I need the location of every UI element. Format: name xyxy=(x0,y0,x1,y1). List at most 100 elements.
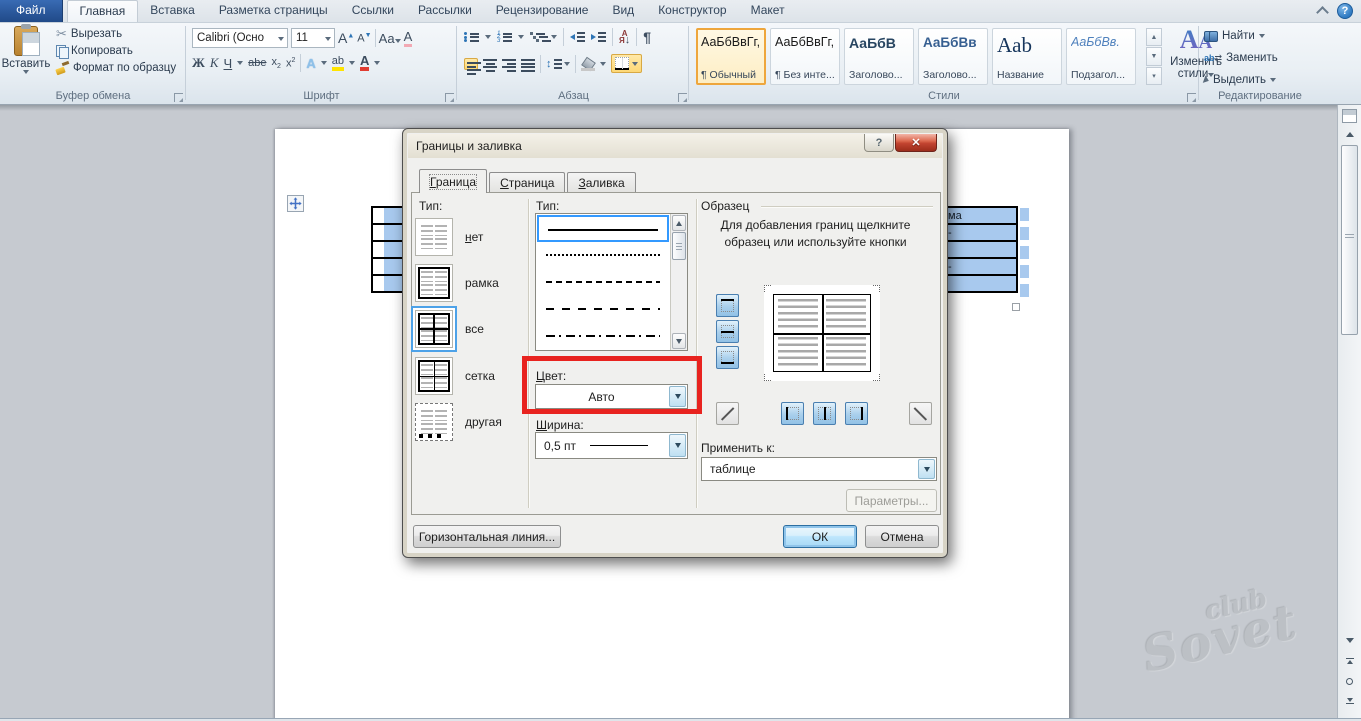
table-row[interactable]: - xyxy=(947,225,1016,242)
table-row[interactable] xyxy=(373,259,403,276)
preset-grid[interactable]: сетка xyxy=(415,357,495,395)
clipboard-dialog-launcher-icon[interactable] xyxy=(174,93,183,102)
next-page-icon[interactable] xyxy=(1341,693,1358,709)
line-style-solid[interactable] xyxy=(537,215,669,242)
dialog-close-icon[interactable]: ✕ xyxy=(895,134,937,152)
clear-formatting-icon[interactable]: А xyxy=(404,29,413,47)
chevron-down-icon[interactable] xyxy=(669,434,686,457)
scroll-down-icon[interactable] xyxy=(1341,633,1358,648)
previous-page-icon[interactable] xyxy=(1341,653,1358,669)
bullets-icon[interactable] xyxy=(464,31,479,43)
tab-table-layout[interactable]: Макет xyxy=(739,0,797,22)
styles-dialog-launcher-icon[interactable] xyxy=(1187,93,1196,102)
cancel-button[interactable]: Отмена xyxy=(865,525,939,548)
tab-file[interactable]: Файл xyxy=(0,0,63,22)
pilcrow-icon[interactable]: ¶ xyxy=(643,29,651,45)
line-style-dashed-small[interactable] xyxy=(537,269,669,296)
table-row[interactable] xyxy=(373,276,403,293)
ok-button[interactable]: ОК xyxy=(783,525,857,548)
right-border-button[interactable] xyxy=(845,402,868,425)
line-style-dash-dot[interactable] xyxy=(537,323,669,350)
scroll-up-icon[interactable] xyxy=(1341,127,1358,142)
table-row[interactable]: - xyxy=(947,259,1016,276)
apply-to-combo[interactable]: таблице xyxy=(701,457,937,481)
preset-box[interactable]: рамка xyxy=(415,264,499,302)
preset-none[interactable]: нет xyxy=(415,218,483,256)
inside-vertical-border-button[interactable] xyxy=(813,402,836,425)
diagonal-up-border-button[interactable] xyxy=(716,402,739,425)
line-style-scrollbar[interactable] xyxy=(670,214,687,350)
subscript-icon[interactable]: x2 xyxy=(272,56,281,70)
font-color-icon[interactable]: А xyxy=(360,55,369,71)
document-table-left-fragment[interactable] xyxy=(371,206,403,293)
inside-horizontal-border-button[interactable] xyxy=(716,320,739,343)
styles-scroll-up-icon[interactable]: ▲ xyxy=(1146,28,1162,46)
grow-font-icon[interactable]: А▲ xyxy=(338,30,354,46)
increase-indent-icon[interactable] xyxy=(591,31,606,43)
select-button[interactable]: Выделить xyxy=(1204,74,1276,86)
bold-icon[interactable]: Ж xyxy=(192,55,205,71)
change-case-icon[interactable]: Аа xyxy=(379,31,401,46)
style-card-heading2[interactable]: АаБбВв Заголово... xyxy=(918,28,988,85)
multilevel-list-icon[interactable] xyxy=(530,31,545,43)
cut-button[interactable]: ✂ Вырезать xyxy=(53,27,179,41)
vertical-scrollbar[interactable] xyxy=(1337,105,1361,721)
dialog-help-icon[interactable]: ? xyxy=(864,134,894,152)
preset-all[interactable]: все xyxy=(415,310,484,348)
tab-mailings[interactable]: Рассылки xyxy=(406,0,484,22)
justify-icon[interactable] xyxy=(521,58,535,70)
styles-scroll-down-icon[interactable]: ▼ xyxy=(1146,47,1162,65)
style-card-title[interactable]: Аab Название xyxy=(992,28,1062,85)
chevron-down-icon[interactable] xyxy=(918,459,935,479)
copy-button[interactable]: Копировать xyxy=(53,44,179,58)
style-card-no-spacing[interactable]: АаБбВвГг, ¶ Без инте... xyxy=(770,28,840,85)
left-border-button[interactable] xyxy=(781,402,804,425)
horizontal-line-button[interactable]: Горизонтальная линия... xyxy=(413,525,561,548)
highlight-color-icon[interactable]: ab xyxy=(332,56,344,71)
align-right-icon[interactable] xyxy=(502,58,516,70)
table-row[interactable]: ма xyxy=(947,208,1016,225)
style-card-heading1[interactable]: АаБбВ Заголово... xyxy=(844,28,914,85)
collapse-ribbon-icon[interactable] xyxy=(1315,6,1329,16)
paste-button[interactable]: Вставить xyxy=(5,26,47,88)
dialog-tab-shading[interactable]: Заливка xyxy=(567,172,635,193)
ruler-toggle-icon[interactable] xyxy=(1342,109,1357,123)
replace-button[interactable]: ab⇄ Заменить xyxy=(1204,52,1278,64)
shading-icon[interactable] xyxy=(581,58,595,70)
table-row[interactable] xyxy=(373,208,403,225)
paragraph-dialog-launcher-icon[interactable] xyxy=(678,93,687,102)
numbering-icon[interactable] xyxy=(497,31,512,43)
dialog-tab-page[interactable]: Страница xyxy=(489,172,565,193)
underline-options-icon[interactable] xyxy=(237,61,243,65)
style-card-normal[interactable]: АаБбВвГг, ¶ Обычный xyxy=(696,28,766,85)
format-painter-button[interactable]: Формат по образцу xyxy=(53,61,179,75)
align-center-icon[interactable] xyxy=(483,58,497,70)
shrink-font-icon[interactable]: А▼ xyxy=(357,32,371,45)
superscript-icon[interactable]: x2 xyxy=(286,57,295,70)
chevron-down-icon[interactable] xyxy=(669,386,686,407)
styles-gallery-expand-icon[interactable]: ▾ xyxy=(1146,67,1162,85)
dialog-tab-border[interactable]: Граница xyxy=(419,169,487,193)
diagonal-down-border-button[interactable] xyxy=(909,402,932,425)
tab-references[interactable]: Ссылки xyxy=(340,0,406,22)
tab-view[interactable]: Вид xyxy=(600,0,646,22)
scroll-down-icon[interactable] xyxy=(672,333,686,349)
italic-icon[interactable]: К xyxy=(210,55,219,71)
top-border-button[interactable] xyxy=(716,294,739,317)
line-style-dashed-large[interactable] xyxy=(537,296,669,323)
scrollbar-thumb[interactable] xyxy=(1341,145,1358,335)
tab-review[interactable]: Рецензирование xyxy=(484,0,601,22)
line-style-dotted[interactable] xyxy=(537,242,669,269)
font-size-combo[interactable]: 11 xyxy=(291,28,335,48)
decrease-indent-icon[interactable] xyxy=(570,31,585,43)
tab-home[interactable]: Главная xyxy=(67,0,139,22)
table-move-handle-icon[interactable] xyxy=(287,195,304,212)
table-row[interactable] xyxy=(947,276,1016,293)
table-resize-handle[interactable] xyxy=(1012,303,1020,311)
tab-table-design[interactable]: Конструктор xyxy=(646,0,738,22)
borders-button[interactable] xyxy=(611,54,642,73)
underline-icon[interactable]: Ч xyxy=(224,56,233,71)
border-preview-sample[interactable] xyxy=(764,285,880,381)
bottom-border-button[interactable] xyxy=(716,346,739,369)
help-icon[interactable]: ? xyxy=(1337,3,1353,19)
